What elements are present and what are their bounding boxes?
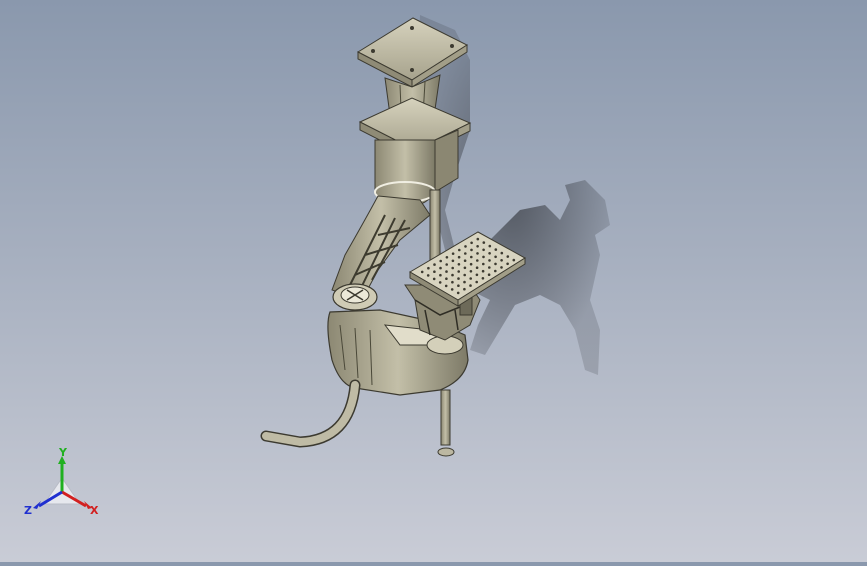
tray-hole <box>451 266 455 270</box>
tray-hole <box>451 280 454 284</box>
tray-hole <box>445 277 448 281</box>
tray-hole <box>420 270 424 274</box>
x-axis-label: X <box>90 504 99 517</box>
tray-hole <box>457 277 460 280</box>
tray-hole <box>463 287 466 291</box>
tray-hole <box>488 252 491 255</box>
tray-hole <box>463 280 466 284</box>
tray-hole <box>475 266 479 270</box>
tray-hole <box>482 241 486 244</box>
tray-hole <box>482 255 485 259</box>
tray-hole <box>475 273 479 277</box>
tray-hole <box>439 273 442 277</box>
tray-hole <box>451 273 454 277</box>
tray-hole <box>469 270 473 273</box>
tray-hole <box>445 270 448 273</box>
tray-hole <box>476 259 479 262</box>
model-viewport[interactable]: Y X Z <box>0 0 867 562</box>
tray-hole <box>426 274 430 277</box>
tray-hole <box>506 255 510 258</box>
tray-hole <box>476 245 479 248</box>
tray-hole <box>470 248 473 252</box>
tray-hole <box>457 263 461 266</box>
tray-hole <box>427 266 430 270</box>
tray-hole <box>476 252 479 255</box>
tray-hole <box>470 241 473 245</box>
tray-hole <box>469 277 473 280</box>
tray-hole <box>487 273 491 277</box>
tray-hole <box>506 262 509 266</box>
triad-graphic: Y X Z <box>24 446 99 517</box>
tray-hole <box>469 262 473 266</box>
tray-hole <box>445 255 449 259</box>
tray-hole <box>463 273 467 277</box>
tray-hole <box>500 251 504 255</box>
tray-hole <box>476 237 480 241</box>
elbow-joint[interactable] <box>332 283 378 311</box>
tray-hole <box>451 252 455 255</box>
tray-hole <box>450 288 454 291</box>
tray-hole <box>475 280 479 284</box>
tray-hole <box>456 291 460 295</box>
coordinate-triad[interactable]: Y X Z <box>22 446 102 520</box>
tray-hole <box>482 248 485 252</box>
tray-hole <box>457 284 460 288</box>
tray-hole <box>494 255 497 259</box>
tray-hole <box>500 259 503 262</box>
tray-hole <box>458 248 461 252</box>
tray-hole <box>444 284 448 288</box>
z-axis-label: Z <box>24 504 32 517</box>
tray-hole <box>488 244 492 248</box>
tray-hole <box>457 270 461 273</box>
tray-hole <box>451 259 455 263</box>
tray-hole <box>464 252 467 255</box>
tray-hole <box>432 277 436 281</box>
spindle-shaft[interactable] <box>437 389 455 457</box>
robot-arm-model[interactable] <box>0 0 867 562</box>
tray-hole <box>488 259 491 262</box>
tray-hole <box>469 284 472 287</box>
tray-hole <box>494 248 498 251</box>
tray-hole <box>457 255 461 259</box>
tray-hole <box>463 266 467 270</box>
tray-hole <box>463 259 467 263</box>
tray-hole <box>500 266 503 269</box>
tray-hole <box>488 266 491 269</box>
tray-hole <box>464 245 467 248</box>
tray-hole <box>438 281 442 284</box>
tray-hole <box>482 262 485 266</box>
tray-hole <box>481 277 485 280</box>
tray-hole <box>481 269 485 273</box>
tray-hole <box>439 259 443 263</box>
tray-hole <box>494 262 497 266</box>
vertical-rod[interactable] <box>429 189 441 261</box>
tray-hole <box>433 263 436 266</box>
tray-hole <box>433 270 436 274</box>
tray-hole <box>445 263 449 266</box>
cable-hose[interactable] <box>260 379 361 448</box>
tray-hole <box>439 266 442 270</box>
y-axis-label: Y <box>58 448 68 459</box>
tray-hole <box>470 255 473 259</box>
tray-hole <box>494 269 497 273</box>
tray-hole <box>512 258 516 262</box>
